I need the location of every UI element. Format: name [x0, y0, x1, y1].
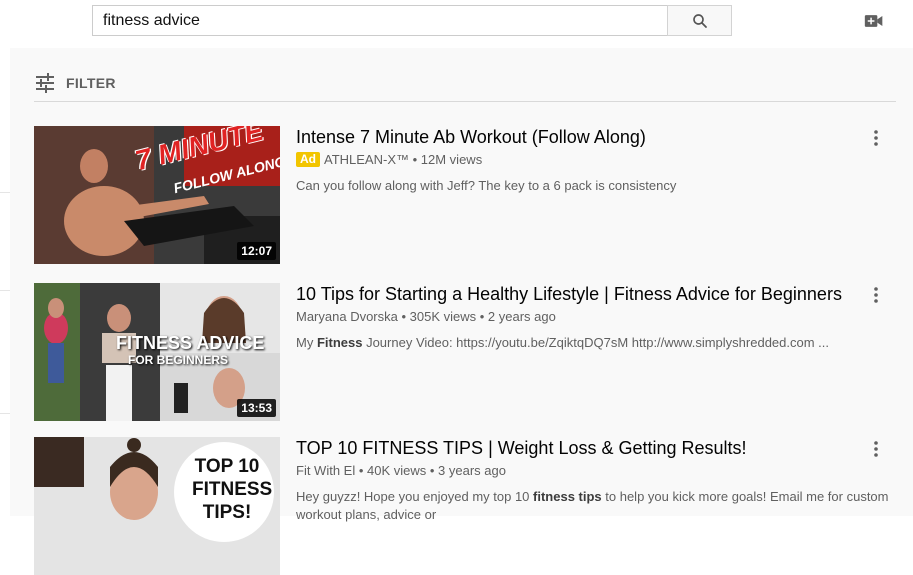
- video-title[interactable]: 10 Tips for Starting a Healthy Lifestyle…: [296, 282, 856, 306]
- thumbnail-text: TOP 10 FITNESS TIPS!: [192, 456, 273, 523]
- view-count: 12M views: [420, 152, 483, 167]
- video-result[interactable]: FITNESS ADVICE FOR BEGINNERS 13:53 10 Ti…: [34, 283, 896, 421]
- video-meta: Maryana Dvorska • 305K views • 2 years a…: [296, 309, 556, 324]
- ad-badge: Ad: [296, 152, 320, 167]
- more-vert-icon[interactable]: [866, 285, 886, 305]
- video-description: Hey guyzz! Hope you enjoyed my top 10 fi…: [296, 489, 889, 522]
- divider: [34, 101, 896, 102]
- upload-age: 2 years ago: [487, 309, 556, 324]
- video-info: TOP 10 FITNESS TIPS | Weight Loss & Gett…: [296, 436, 889, 524]
- search-input[interactable]: [92, 5, 667, 36]
- video-thumbnail[interactable]: 7 MINUTE FOLLOW ALONG! 12:07: [34, 126, 280, 264]
- upload-age: 3 years ago: [438, 463, 506, 478]
- more-vert-icon[interactable]: [866, 128, 886, 148]
- thumbnail-text-main: FITNESS ADVICE: [116, 333, 265, 353]
- search-button[interactable]: [667, 5, 732, 36]
- video-title[interactable]: TOP 10 FITNESS TIPS | Weight Loss & Gett…: [296, 436, 856, 460]
- video-description: Can you follow along with Jeff? The key …: [296, 178, 677, 193]
- filter-label: FILTER: [66, 75, 116, 91]
- channel-name[interactable]: Maryana Dvorska: [296, 309, 398, 324]
- video-duration: 13:53: [237, 399, 276, 417]
- video-info: 10 Tips for Starting a Healthy Lifestyle…: [296, 283, 856, 352]
- sidebar-edge: [0, 48, 10, 516]
- filter-sliders-icon: [36, 73, 54, 93]
- video-thumbnail[interactable]: FITNESS ADVICE FOR BEGINNERS 13:53: [34, 283, 280, 421]
- search-icon: [692, 13, 707, 28]
- video-camera-add-icon[interactable]: [864, 12, 884, 30]
- video-duration: 12:07: [237, 242, 276, 260]
- filter-button[interactable]: FILTER: [34, 72, 116, 94]
- search-results: FILTER 7 MINUTE FOLLOW ALONG! 12:07 Inte…: [10, 48, 913, 575]
- video-info: Intense 7 Minute Ab Workout (Follow Alon…: [296, 126, 856, 195]
- video-meta: Ad ATHLEAN-X™ • 12M views: [296, 151, 856, 169]
- channel-name[interactable]: Fit With El: [296, 463, 355, 478]
- view-count: 40K views: [367, 463, 427, 478]
- masthead: [0, 0, 913, 48]
- video-result[interactable]: 7 MINUTE FOLLOW ALONG! 12:07 Intense 7 M…: [34, 126, 896, 264]
- video-description: My Fitness Journey Video: https://youtu.…: [296, 335, 829, 350]
- video-title[interactable]: Intense 7 Minute Ab Workout (Follow Alon…: [296, 125, 856, 149]
- video-meta: Fit With El • 40K views • 3 years ago: [296, 463, 506, 478]
- video-result[interactable]: TOP 10 FITNESS TIPS! TOP 10 FITNESS TIPS…: [34, 437, 896, 575]
- thumbnail-text-sub: FOR BEGINNERS: [128, 353, 229, 367]
- view-count: 305K views: [409, 309, 477, 324]
- channel-name[interactable]: ATHLEAN-X™: [324, 152, 409, 167]
- more-vert-icon[interactable]: [866, 439, 886, 459]
- video-thumbnail[interactable]: TOP 10 FITNESS TIPS!: [34, 437, 280, 575]
